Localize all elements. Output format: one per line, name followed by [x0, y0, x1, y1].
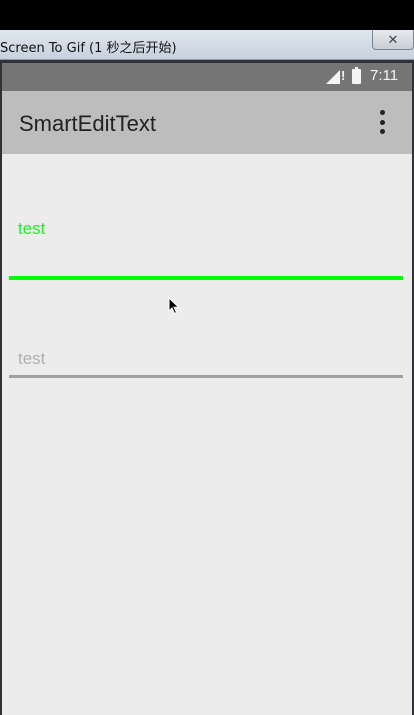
status-bar: ! 7:11 [2, 63, 412, 91]
window-close-button[interactable]: ✕ [372, 30, 414, 50]
edit-text-value: test [18, 349, 46, 368]
app-bar: SmartEditText [2, 91, 412, 154]
edit-text-value: test [18, 219, 46, 238]
status-time: 7:11 [370, 67, 399, 84]
more-vert-icon[interactable] [374, 110, 390, 134]
top-black-band [0, 0, 414, 30]
close-icon: ✕ [387, 31, 399, 47]
app-title: SmartEditText [19, 111, 156, 136]
signal-icon [326, 70, 340, 84]
edit-text-underline [9, 375, 403, 378]
recorder-window-titlebar: Screen To Gif (1 秒之后开始) ✕ [0, 30, 414, 60]
no-data-alert-icon: ! [341, 68, 346, 83]
recorder-window-title: Screen To Gif (1 秒之后开始) [0, 41, 177, 56]
mouse-pointer-icon [168, 297, 180, 315]
battery-icon [352, 67, 361, 84]
android-screen: ! 7:11 SmartEditText test test [2, 63, 412, 715]
edit-text-underline [9, 276, 403, 280]
